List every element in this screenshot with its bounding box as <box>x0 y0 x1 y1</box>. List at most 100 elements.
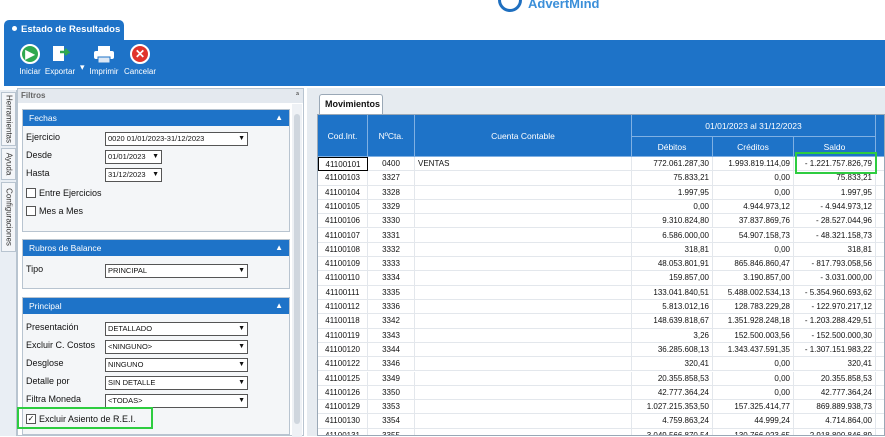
cell-saldo[interactable]: 4.714.864,00 <box>794 414 876 429</box>
cell-creditos[interactable]: 0,00 <box>713 185 794 200</box>
cell-n-cta[interactable]: 3335 <box>368 285 415 300</box>
cell-cod-int[interactable]: 41100111 <box>318 285 368 300</box>
cell-saldo[interactable]: - 4.944.973,12 <box>794 199 876 214</box>
cell-creditos[interactable]: 0,00 <box>713 357 794 372</box>
filtra-moneda-select[interactable]: <TODAS> ▼ <box>105 394 248 408</box>
table-row[interactable]: 41100112 3336 5.813.012,16 128.783.229,28- … <box>318 300 884 315</box>
presentacion-select[interactable]: DETALLADO ▼ <box>105 322 248 336</box>
tab-configuraciones[interactable]: Configuraciones <box>1 182 16 252</box>
table-row[interactable]: 41100130 3354 4.759.863,24 44.999,24 4.714.8… <box>318 414 884 429</box>
cancelar-button[interactable]: ✕ Cancelar <box>118 43 162 85</box>
cell-n-cta[interactable]: 3336 <box>368 300 415 314</box>
cell-creditos[interactable]: 1.993.819.114,09 <box>713 157 794 171</box>
cell-cuenta[interactable] <box>415 314 632 329</box>
cell-debitos[interactable]: 20.355.858,53 <box>632 371 713 386</box>
dropdown-arrow-icon[interactable]: ▾ <box>80 62 85 73</box>
col-creditos[interactable]: Créditos <box>713 137 794 157</box>
cell-debitos[interactable]: 318,81 <box>632 242 713 257</box>
cell-cod-int[interactable]: 41100103 <box>318 171 368 186</box>
cell-cuenta[interactable] <box>415 371 632 386</box>
table-row[interactable]: 41100118 3342 148.639.818,67 1.351.928.248,… <box>318 314 884 329</box>
pin-icon[interactable]: ª <box>296 89 299 103</box>
cell-cuenta[interactable] <box>415 414 632 429</box>
cell-n-cta[interactable]: 3355 <box>368 428 415 435</box>
tab-herramientas[interactable]: Herramientas <box>1 92 16 146</box>
chevron-up-icon[interactable]: ▲ <box>275 298 283 314</box>
cell-cod-int[interactable]: 41100101 <box>318 157 368 171</box>
excluir-costos-select[interactable]: <NINGUNO> ▼ <box>105 340 248 354</box>
checkbox-box[interactable] <box>26 206 36 216</box>
cell-n-cta[interactable]: 3331 <box>368 228 415 243</box>
cell-n-cta[interactable]: 3342 <box>368 314 415 329</box>
cell-debitos[interactable]: 36.285.608,13 <box>632 342 713 357</box>
cell-saldo[interactable]: - 5.354.960.693,62 <box>794 285 876 300</box>
cell-n-cta[interactable]: 3353 <box>368 400 415 415</box>
cell-debitos[interactable]: 48.053.801,91 <box>632 257 713 272</box>
cell-creditos[interactable]: 130.766.023,65 <box>713 428 794 435</box>
cell-saldo[interactable]: - 3.031.000,00 <box>794 271 876 286</box>
cell-n-cta[interactable]: 3350 <box>368 385 415 400</box>
cell-cod-int[interactable]: 41100110 <box>318 271 368 286</box>
detalle-select[interactable]: SIN DETALLE ▼ <box>105 376 248 390</box>
cell-debitos[interactable]: 5.813.012,16 <box>632 300 713 314</box>
cell-debitos[interactable]: 772.061.287,30 <box>632 157 713 171</box>
cell-debitos[interactable]: 320,41 <box>632 357 713 372</box>
cell-cod-int[interactable]: 41100129 <box>318 400 368 415</box>
cell-debitos[interactable]: 159.857,00 <box>632 271 713 286</box>
tab-movimientos[interactable]: Movimientos <box>319 94 383 114</box>
table-row[interactable]: 41100105 3329 0,00 4.944.973,12- 4.944.973,… <box>318 199 884 215</box>
cell-cuenta[interactable] <box>415 271 632 286</box>
cell-cod-int[interactable]: 41100122 <box>318 357 368 372</box>
cell-creditos[interactable]: 0,00 <box>713 242 794 257</box>
cell-creditos[interactable]: 1.351.928.248,18 <box>713 314 794 329</box>
table-row[interactable]: 41100129 3353 1.027.215.353,50 157.325.414,… <box>318 400 884 415</box>
cell-saldo[interactable]: 318,81 <box>794 242 876 257</box>
cell-n-cta[interactable]: 3334 <box>368 271 415 286</box>
cell-debitos[interactable]: 1.027.215.353,50 <box>632 400 713 415</box>
table-row[interactable]: 41100110 3334 159.857,00 3.190.857,00- 3.03… <box>318 271 884 286</box>
cell-cuenta[interactable] <box>415 171 632 186</box>
cell-saldo[interactable]: - 48.321.158,73 <box>794 228 876 243</box>
table-row[interactable]: 41100131 3355 3.049.566.870,54 130.766.023,… <box>318 428 884 435</box>
cell-n-cta[interactable]: 3354 <box>368 414 415 429</box>
mes-a-mes-checkbox[interactable]: Mes a Mes <box>26 206 83 216</box>
cell-creditos[interactable]: 54.907.158,73 <box>713 228 794 243</box>
cell-debitos[interactable]: 3,26 <box>632 328 713 343</box>
cell-cod-int[interactable]: 41100126 <box>318 385 368 400</box>
table-row[interactable]: 41100106 3330 9.310.824,80 37.837.869,76- 2… <box>318 214 884 229</box>
cell-cod-int[interactable]: 41100107 <box>318 228 368 243</box>
cell-creditos[interactable]: 0,00 <box>713 171 794 186</box>
cell-n-cta[interactable]: 3343 <box>368 328 415 343</box>
cell-debitos[interactable]: 3.049.566.870,54 <box>632 428 713 435</box>
cell-cod-int[interactable]: 41100104 <box>318 185 368 200</box>
cell-cod-int[interactable]: 41100118 <box>318 314 368 329</box>
col-debitos[interactable]: Débitos <box>632 137 713 157</box>
cell-cuenta[interactable] <box>415 199 632 214</box>
cell-cod-int[interactable]: 41100125 <box>318 371 368 386</box>
cell-saldo[interactable]: 2.918.800.846,89 <box>794 428 876 435</box>
cell-cuenta[interactable]: VENTAS <box>415 157 632 171</box>
cell-cuenta[interactable] <box>415 257 632 272</box>
cell-n-cta[interactable]: 3333 <box>368 257 415 272</box>
cell-creditos[interactable]: 0,00 <box>713 371 794 386</box>
table-row[interactable]: 41100119 3343 3,26 152.500.003,56- 152.500.… <box>318 328 884 343</box>
cell-cuenta[interactable] <box>415 400 632 415</box>
cell-creditos[interactable]: 1.343.437.591,35 <box>713 342 794 357</box>
filters-scrollbar[interactable] <box>292 104 302 437</box>
cell-saldo[interactable]: - 28.527.044,96 <box>794 214 876 229</box>
cell-saldo[interactable]: 20.355.858,53 <box>794 371 876 386</box>
cell-debitos[interactable]: 42.777.364,24 <box>632 385 713 400</box>
col-cod-int[interactable]: Cod.Int. <box>318 115 368 157</box>
cell-creditos[interactable]: 3.190.857,00 <box>713 271 794 286</box>
cell-saldo[interactable]: - 1.307.151.983,22 <box>794 342 876 357</box>
cell-debitos[interactable]: 4.759.863,24 <box>632 414 713 429</box>
section-fechas-header[interactable]: Fechas ▲ <box>23 110 289 126</box>
cell-cod-int[interactable]: 41100131 <box>318 428 368 435</box>
cell-cod-int[interactable]: 41100106 <box>318 214 368 229</box>
cell-n-cta[interactable]: 3346 <box>368 357 415 372</box>
cell-n-cta[interactable]: 3332 <box>368 242 415 257</box>
cell-n-cta[interactable]: 3327 <box>368 171 415 186</box>
cell-creditos[interactable]: 157.325.414,77 <box>713 400 794 415</box>
col-cuenta-contable[interactable]: Cuenta Contable <box>415 115 632 157</box>
cell-n-cta[interactable]: 0400 <box>368 157 415 171</box>
